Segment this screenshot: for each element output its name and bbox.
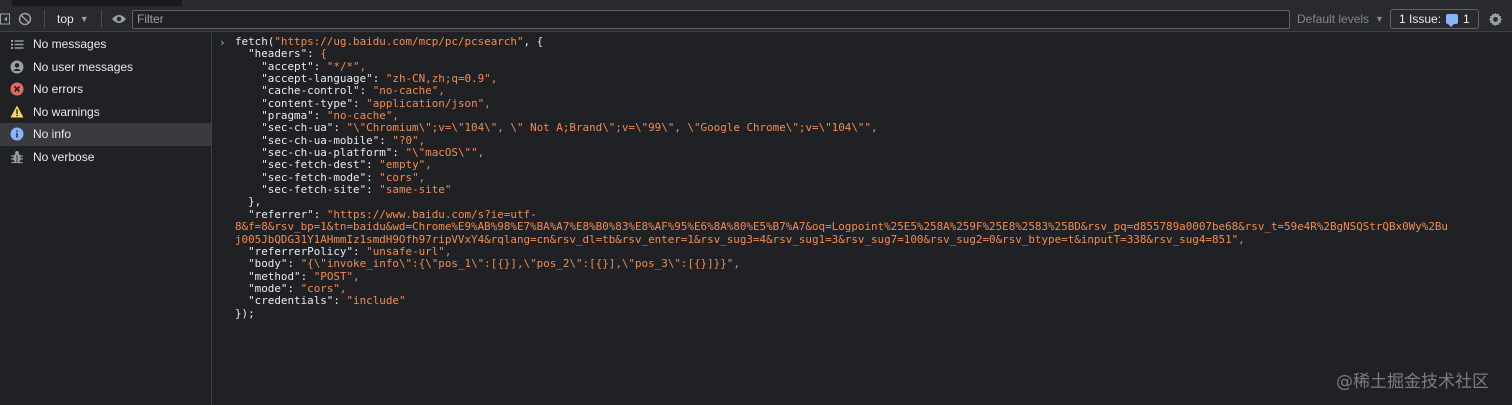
- toolbar-separator: [44, 9, 45, 28]
- warning-icon: [10, 105, 24, 119]
- console-output[interactable]: › fetch("https://ug.baidu.com/mcp/pc/pcs…: [213, 33, 1512, 405]
- sidebar-item-label: No errors: [33, 82, 84, 97]
- context-selector[interactable]: top ▼: [49, 6, 97, 32]
- watermark: @稀土掘金技术社区: [1336, 372, 1489, 392]
- dropdown-arrow-icon: ▼: [1375, 14, 1384, 24]
- toolbar-separator: [100, 9, 102, 28]
- sidebar-item-errors[interactable]: No errors: [0, 78, 211, 101]
- bug-icon: [10, 150, 24, 164]
- sidebar-item-warnings[interactable]: No warnings: [0, 101, 211, 124]
- sidebar-toggle-button[interactable]: [0, 6, 10, 32]
- console-sidebar: No messages No user messages No errors N…: [0, 33, 212, 405]
- dropdown-arrow-icon: ▼: [79, 13, 89, 24]
- console-entry-code[interactable]: fetch("https://ug.baidu.com/mcp/pc/pcsea…: [235, 35, 1448, 320]
- context-label: top: [57, 11, 74, 26]
- sidebar-item-label: No user messages: [33, 59, 134, 74]
- sidebar-item-user-messages[interactable]: No user messages: [0, 56, 211, 79]
- issue-message-icon: [1446, 14, 1459, 27]
- settings-button[interactable]: [1488, 6, 1503, 32]
- levels-label: Default levels: [1297, 12, 1370, 26]
- filter-input[interactable]: Filter: [132, 10, 1290, 29]
- list-icon: [10, 37, 24, 51]
- issues-label: 1 Issue:: [1399, 12, 1442, 26]
- sidebar-toggle-icon: [0, 13, 10, 24]
- log-levels-dropdown[interactable]: Default levels ▼: [1297, 6, 1384, 32]
- sidebar-item-label: No info: [33, 127, 72, 142]
- issues-count: 1: [1463, 12, 1470, 26]
- console-toolbar: top ▼ Filter Default levels ▼ 1 Issue: 1: [0, 6, 1512, 32]
- sidebar-item-messages[interactable]: No messages: [0, 33, 211, 56]
- info-icon: [10, 127, 24, 141]
- clear-console-button[interactable]: [10, 6, 40, 32]
- gear-icon: [1488, 12, 1503, 26]
- error-icon: [10, 82, 24, 96]
- user-icon: [10, 60, 24, 74]
- sidebar-item-label: No messages: [33, 37, 107, 52]
- live-expression-button[interactable]: [106, 6, 132, 32]
- issues-button[interactable]: 1 Issue: 1: [1390, 9, 1479, 29]
- sidebar-item-label: No verbose: [33, 149, 95, 164]
- console-prompt-icon: ›: [219, 36, 226, 49]
- sidebar-item-verbose[interactable]: No verbose: [0, 146, 211, 169]
- eye-icon: [111, 14, 126, 23]
- clear-icon: [18, 12, 32, 25]
- sidebar-item-info[interactable]: No info: [0, 123, 211, 146]
- sidebar-item-label: No warnings: [33, 104, 100, 119]
